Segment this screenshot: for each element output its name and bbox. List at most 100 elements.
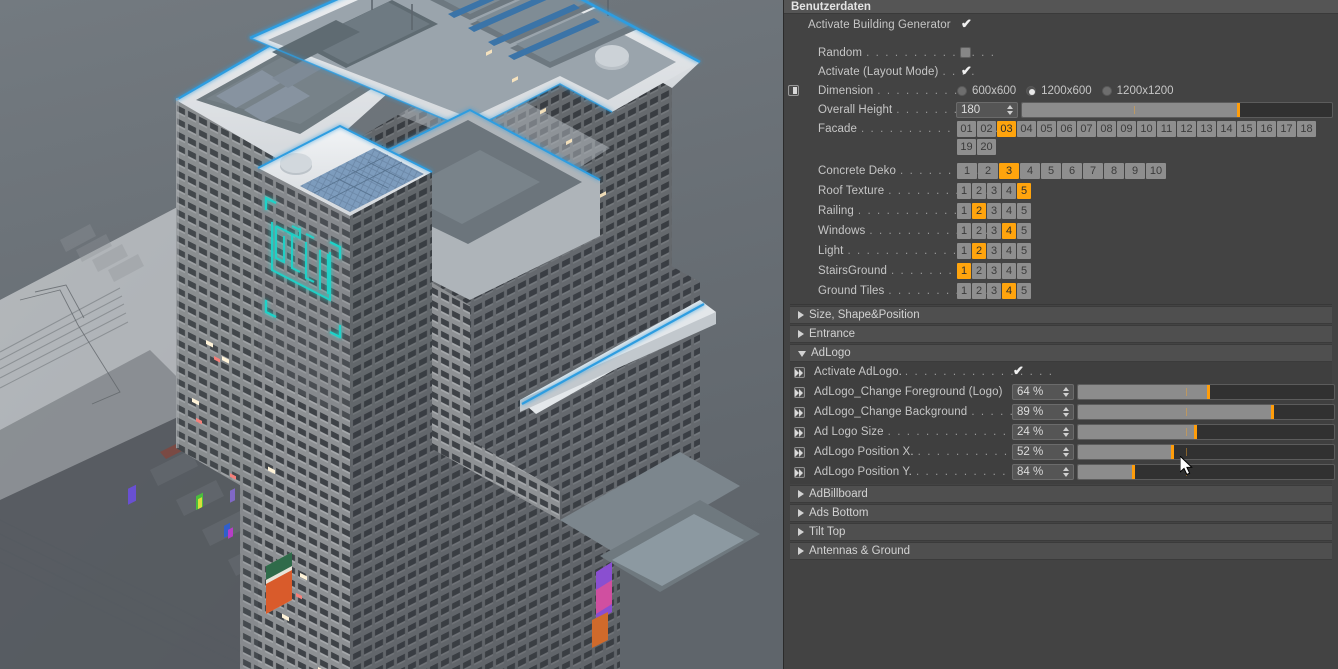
stairs-ground-option-1[interactable]: 1 <box>957 263 971 279</box>
keyframe-track-icon[interactable] <box>793 366 805 378</box>
windows-option-3[interactable]: 3 <box>987 223 1001 239</box>
railing-option-1[interactable]: 1 <box>957 203 971 219</box>
railing-option-5[interactable]: 5 <box>1017 203 1031 219</box>
keyframe-track-icon[interactable] <box>793 466 805 478</box>
ground-tiles-option-5[interactable]: 5 <box>1017 283 1031 299</box>
light-option-1[interactable]: 1 <box>957 243 971 259</box>
roof-texture-option-2[interactable]: 2 <box>972 183 986 199</box>
windows-option-2[interactable]: 2 <box>972 223 986 239</box>
ad-logo-size-slider[interactable] <box>1077 424 1335 440</box>
adlogo-foreground-slider[interactable] <box>1077 384 1335 400</box>
concrete-deko-option-1[interactable]: 1 <box>957 163 977 179</box>
adlogo-position-y-input[interactable]: 84 % <box>1012 464 1074 480</box>
adlogo-position-x-input[interactable]: 52 % <box>1012 444 1074 460</box>
radio-option-1200x1200[interactable]: 1200x1200 <box>1101 85 1174 97</box>
facade-option-06[interactable]: 06 <box>1057 121 1076 137</box>
railing-option-2[interactable]: 2 <box>972 203 986 219</box>
concrete-deko-option-9[interactable]: 9 <box>1125 163 1145 179</box>
facade-option-15[interactable]: 15 <box>1237 121 1256 137</box>
checkbox-random[interactable] <box>960 47 971 58</box>
checkbox-activate-layout-mode[interactable] <box>960 65 973 76</box>
checkbox-activate-adlogo[interactable] <box>1012 365 1025 376</box>
3d-viewport[interactable] <box>0 0 783 669</box>
adlogo-position-x-slider[interactable] <box>1077 444 1335 460</box>
adlogo-background-slider[interactable] <box>1077 404 1335 420</box>
stepper-icon[interactable] <box>1061 405 1072 419</box>
concrete-deko-option-5[interactable]: 5 <box>1041 163 1061 179</box>
concrete-deko-option-10[interactable]: 10 <box>1146 163 1166 179</box>
radio-option-1200x600[interactable]: 1200x600 <box>1026 85 1092 97</box>
facade-option-10[interactable]: 10 <box>1137 121 1156 137</box>
facade-option-08[interactable]: 08 <box>1097 121 1116 137</box>
stepper-icon[interactable] <box>1061 445 1072 459</box>
keyframe-track-icon[interactable] <box>793 426 805 438</box>
roof-texture-option-3[interactable]: 3 <box>987 183 1001 199</box>
adlogo-foreground-input[interactable]: 64 % <box>1012 384 1074 400</box>
concrete-deko-option-8[interactable]: 8 <box>1104 163 1124 179</box>
facade-option-09[interactable]: 09 <box>1117 121 1136 137</box>
section-ads-bottom[interactable]: Ads Bottom <box>790 504 1332 522</box>
overall-height-slider[interactable] <box>1021 102 1333 118</box>
windows-option-4[interactable]: 4 <box>1002 223 1016 239</box>
checkbox-activate-building-generator[interactable] <box>960 18 973 29</box>
adlogo-position-y-slider[interactable] <box>1077 464 1335 480</box>
stepper-icon[interactable] <box>1005 103 1016 117</box>
facade-option-19[interactable]: 19 <box>957 139 976 155</box>
facade-option-17[interactable]: 17 <box>1277 121 1296 137</box>
stairs-ground-option-3[interactable]: 3 <box>987 263 1001 279</box>
facade-option-05[interactable]: 05 <box>1037 121 1056 137</box>
railing-option-3[interactable]: 3 <box>987 203 1001 219</box>
facade-option-16[interactable]: 16 <box>1257 121 1276 137</box>
interface-toggle-icon[interactable] <box>787 85 799 96</box>
section-adlogo[interactable]: AdLogo <box>790 344 1332 362</box>
facade-option-04[interactable]: 04 <box>1017 121 1036 137</box>
concrete-deko-option-2[interactable]: 2 <box>978 163 998 179</box>
ground-tiles-option-1[interactable]: 1 <box>957 283 971 299</box>
ad-logo-size-input[interactable]: 24 % <box>1012 424 1074 440</box>
windows-option-5[interactable]: 5 <box>1017 223 1031 239</box>
stairs-ground-option-5[interactable]: 5 <box>1017 263 1031 279</box>
roof-texture-option-5[interactable]: 5 <box>1017 183 1031 199</box>
facade-option-13[interactable]: 13 <box>1197 121 1216 137</box>
section-tilt-top[interactable]: Tilt Top <box>790 523 1332 541</box>
windows-option-1[interactable]: 1 <box>957 223 971 239</box>
ground-tiles-option-3[interactable]: 3 <box>987 283 1001 299</box>
adlogo-background-input[interactable]: 89 % <box>1012 404 1074 420</box>
stairs-ground-option-4[interactable]: 4 <box>1002 263 1016 279</box>
stepper-icon[interactable] <box>1061 465 1072 479</box>
facade-option-14[interactable]: 14 <box>1217 121 1236 137</box>
keyframe-track-icon[interactable] <box>793 406 805 418</box>
concrete-deko-option-4[interactable]: 4 <box>1020 163 1040 179</box>
ground-tiles-option-2[interactable]: 2 <box>972 283 986 299</box>
stairs-ground-option-2[interactable]: 2 <box>972 263 986 279</box>
facade-option-20[interactable]: 20 <box>977 139 996 155</box>
keyframe-track-icon[interactable] <box>793 386 805 398</box>
facade-option-12[interactable]: 12 <box>1177 121 1196 137</box>
light-option-5[interactable]: 5 <box>1017 243 1031 259</box>
facade-option-18[interactable]: 18 <box>1297 121 1316 137</box>
stepper-icon[interactable] <box>1061 425 1072 439</box>
keyframe-track-icon[interactable] <box>793 446 805 458</box>
railing-option-4[interactable]: 4 <box>1002 203 1016 219</box>
light-option-4[interactable]: 4 <box>1002 243 1016 259</box>
facade-option-01[interactable]: 01 <box>957 121 976 137</box>
overall-height-input[interactable]: 180 <box>956 102 1018 118</box>
light-option-3[interactable]: 3 <box>987 243 1001 259</box>
stepper-icon[interactable] <box>1061 385 1072 399</box>
concrete-deko-option-3[interactable]: 3 <box>999 163 1019 179</box>
ground-tiles-option-4[interactable]: 4 <box>1002 283 1016 299</box>
radio-option-600x600[interactable]: 600x600 <box>957 85 1016 97</box>
roof-texture-option-1[interactable]: 1 <box>957 183 971 199</box>
concrete-deko-option-6[interactable]: 6 <box>1062 163 1082 179</box>
section-entrance[interactable]: Entrance <box>790 325 1332 343</box>
roof-texture-option-4[interactable]: 4 <box>1002 183 1016 199</box>
section-size-shape-position[interactable]: Size, Shape&Position <box>790 306 1332 324</box>
concrete-deko-option-7[interactable]: 7 <box>1083 163 1103 179</box>
facade-option-07[interactable]: 07 <box>1077 121 1096 137</box>
facade-option-03[interactable]: 03 <box>997 121 1016 137</box>
light-option-2[interactable]: 2 <box>972 243 986 259</box>
section-antennas-ground[interactable]: Antennas & Ground <box>790 542 1332 560</box>
facade-option-11[interactable]: 11 <box>1157 121 1176 137</box>
facade-option-02[interactable]: 02 <box>977 121 996 137</box>
section-adbillboard[interactable]: AdBillboard <box>790 485 1332 503</box>
